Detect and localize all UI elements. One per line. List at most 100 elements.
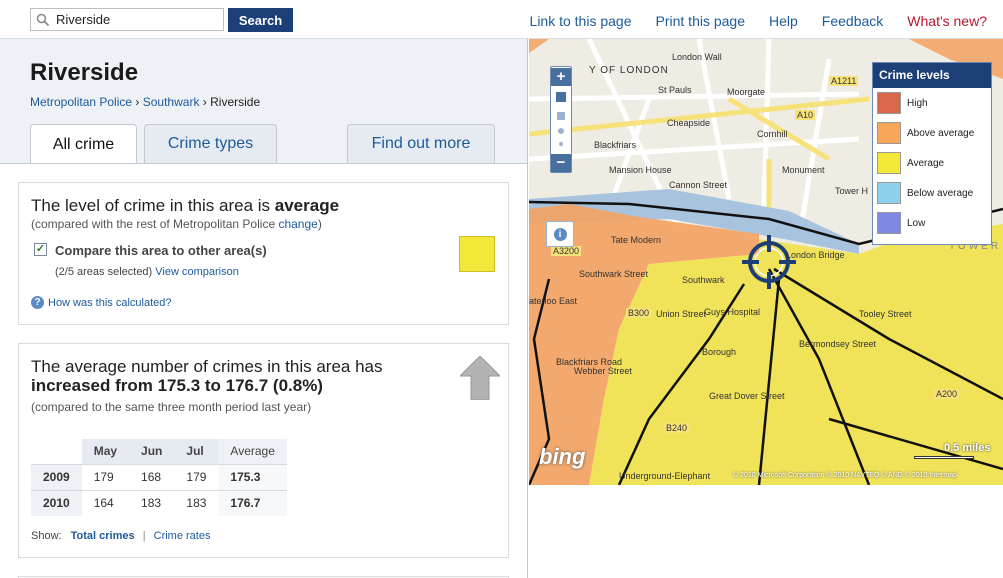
- tab-content: The level of crime in this area is avera…: [0, 163, 527, 578]
- map-label: Great Dover Street: [709, 391, 785, 401]
- link-to-page-link[interactable]: Link to this page: [530, 13, 632, 29]
- map-copyright: © 2010 Microsoft Corporation © 2010 NAVT…: [733, 472, 957, 479]
- legend-label: High: [907, 97, 928, 109]
- map-label: St Pauls: [658, 85, 692, 95]
- map-label: Moorgate: [727, 87, 766, 97]
- map-label: Bermondsey Street: [799, 339, 877, 349]
- table-row: 2009 179 168 179 175.3: [31, 463, 287, 490]
- how-calculated-link[interactable]: How was this calculated?: [48, 297, 172, 309]
- trend-heading: The average number of crimes in this are…: [31, 357, 431, 395]
- legend-swatch: [877, 122, 901, 144]
- zoom-level-mark[interactable]: [559, 142, 563, 146]
- table-row: 2010 164 183 183 176.7: [31, 489, 287, 516]
- legend-swatch: [877, 152, 901, 174]
- map-label: London Wall: [672, 52, 722, 62]
- map-label: Tower H: [835, 186, 869, 196]
- legend-label: Below average: [907, 187, 974, 199]
- legend-swatch: [877, 92, 901, 114]
- map-label: Borough: [702, 347, 737, 357]
- view-comparison-link[interactable]: View comparison: [155, 266, 239, 278]
- breadcrumb: Metropolitan Police › Southwark › Rivers…: [30, 95, 497, 109]
- map-label: Guys Hospital: [704, 307, 761, 317]
- value-cell: 168: [129, 463, 175, 490]
- legend-item: Low: [873, 208, 991, 238]
- zoom-level-mark[interactable]: [557, 112, 565, 120]
- tab-all-crime[interactable]: All crime: [30, 124, 137, 164]
- trend-line-2: increased from 175.3 to 176.7 (0.8%): [31, 376, 323, 395]
- map-label: Union Street: [656, 309, 707, 319]
- map-label: Blackfriars: [594, 140, 637, 150]
- zoom-level-mark[interactable]: [558, 128, 564, 134]
- compare-label[interactable]: Compare this area to other area(s): [55, 243, 267, 258]
- help-icon: ?: [31, 296, 44, 309]
- legend-swatch: [877, 182, 901, 204]
- selected-count: (2/5 areas selected): [55, 266, 153, 278]
- scale-bar: [914, 456, 974, 459]
- breadcrumb-borough-link[interactable]: Southwark: [143, 95, 200, 109]
- value-cell: 179: [81, 463, 130, 490]
- top-links: Link to this page Print this page Help F…: [530, 13, 987, 29]
- road-shield: B300: [626, 308, 652, 318]
- average-cell: 175.3: [218, 463, 287, 490]
- total-crimes-link[interactable]: Total crimes: [71, 530, 135, 542]
- legend-label: Average: [907, 157, 945, 169]
- road-shield: A200: [934, 389, 960, 399]
- help-link[interactable]: Help: [769, 13, 798, 29]
- road-shield: A10: [795, 110, 816, 120]
- map-label: Mansion House: [609, 165, 672, 175]
- breadcrumb-force-link[interactable]: Metropolitan Police: [30, 95, 132, 109]
- map-label: Underground-Elephant: [619, 471, 711, 481]
- area-header: Riverside Metropolitan Police › Southwar…: [0, 39, 527, 164]
- print-page-link[interactable]: Print this page: [656, 13, 746, 29]
- year-cell: 2009: [31, 463, 82, 490]
- trend-note: (compared to the same three month period…: [31, 400, 312, 414]
- map-label: Cheapside: [667, 118, 711, 128]
- map-info-button[interactable]: i: [546, 221, 574, 247]
- legend-item: High: [873, 88, 991, 118]
- zoom-out-button[interactable]: −: [551, 154, 571, 172]
- left-panel: Riverside Metropolitan Police › Southwar…: [0, 39, 528, 578]
- column-header: May: [81, 439, 130, 464]
- top-bar: Search Link to this page Print this page…: [0, 0, 1003, 39]
- page-title: Riverside: [30, 59, 139, 86]
- feedback-link[interactable]: Feedback: [822, 13, 883, 29]
- tab-find-out-more[interactable]: Find out more: [347, 124, 495, 163]
- zoom-control: + −: [550, 66, 572, 173]
- search-input[interactable]: [56, 12, 216, 27]
- whats-new-link[interactable]: What's new?: [907, 13, 987, 29]
- average-cell: 176.7: [218, 489, 287, 516]
- trend-table: May Jun Jul Average 2009 179 168 179 175…: [31, 439, 287, 516]
- search-button[interactable]: Search: [228, 8, 293, 32]
- change-force-link[interactable]: change: [278, 217, 317, 231]
- crime-trend-panel: The average number of crimes in this are…: [18, 343, 509, 558]
- legend-label: Low: [907, 217, 926, 229]
- info-icon: i: [553, 227, 567, 241]
- crime-rates-link[interactable]: Crime rates: [154, 530, 211, 542]
- separator: |: [142, 530, 146, 542]
- crime-level-prefix: The level of crime in this area is: [31, 196, 275, 215]
- tab-crime-types[interactable]: Crime types: [144, 124, 277, 163]
- crime-level-note: (compared with the rest of Metropolitan …: [31, 217, 322, 231]
- value-cell: 183: [174, 489, 219, 516]
- legend-label: Above average: [907, 127, 975, 139]
- zoom-in-button[interactable]: +: [551, 68, 571, 86]
- road-shield: A3200: [551, 246, 582, 256]
- map-label: London Bridge: [786, 250, 845, 260]
- show-toggle: Show: Total crimes | Crime rates: [31, 530, 210, 542]
- map-label: Cannon Street: [669, 180, 728, 190]
- search-field[interactable]: [30, 8, 224, 31]
- crime-level-panel: The level of crime in this area is avera…: [18, 182, 509, 325]
- how-calculated-row: ? How was this calculated?: [31, 296, 172, 309]
- legend-item: Below average: [873, 178, 991, 208]
- map-label: Southwark: [682, 275, 725, 285]
- zoom-slider-handle[interactable]: [556, 92, 566, 102]
- scale-label: 0.5 miles: [944, 442, 991, 454]
- map-label: Y OF LONDON: [589, 65, 669, 76]
- compare-checkbox[interactable]: ✓: [34, 243, 47, 256]
- breadcrumb-separator: ›: [135, 95, 140, 109]
- crime-map[interactable]: Y OF LONDON London Wall St Pauls Cheapsi…: [529, 39, 1003, 485]
- map-label: Tate Modern: [611, 235, 662, 245]
- map-scale: 0.5 miles: [914, 442, 991, 459]
- search-icon: [36, 13, 50, 27]
- value-cell: 164: [81, 489, 130, 516]
